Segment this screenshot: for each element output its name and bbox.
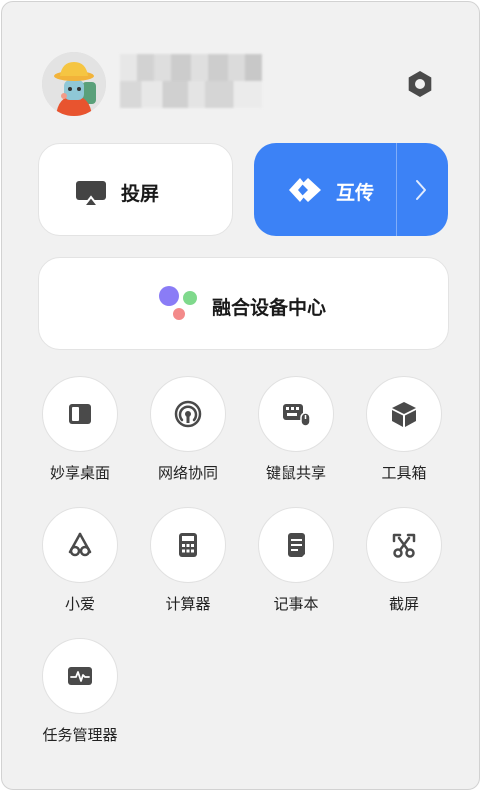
xiaoai-icon bbox=[68, 532, 92, 557]
tool-label: 任务管理器 bbox=[42, 726, 118, 744]
tool-keyboard-mouse-share[interactable]: 键鼠共享 bbox=[242, 376, 350, 483]
transfer-icon bbox=[289, 178, 321, 202]
box-icon bbox=[392, 402, 416, 427]
tool-circle[interactable] bbox=[258, 376, 334, 452]
fusion-label: 融合设备中心 bbox=[212, 297, 327, 319]
tool-task-manager[interactable]: 任务管理器 bbox=[26, 638, 134, 745]
tool-label: 截屏 bbox=[388, 595, 419, 613]
tool-label: 记事本 bbox=[273, 595, 319, 613]
broadcast-icon bbox=[174, 400, 202, 428]
avatar-illustration bbox=[42, 52, 106, 116]
tool-circle[interactable] bbox=[258, 507, 334, 583]
control-center-panel: 投屏 互传 融合设备中心 妙享桌面 网络协同 键鼠共享 工具箱 小爱 计算器 记… bbox=[1, 1, 480, 790]
task-monitor-icon bbox=[68, 667, 92, 685]
tool-calculator[interactable]: 计算器 bbox=[134, 507, 242, 614]
tool-circle[interactable] bbox=[366, 507, 442, 583]
fusion-device-center-button[interactable]: 融合设备中心 bbox=[38, 257, 449, 350]
transfer-button[interactable]: 互传 bbox=[254, 143, 448, 236]
fusion-device-icon bbox=[159, 286, 197, 320]
calculator-icon bbox=[179, 533, 197, 557]
tool-label: 键鼠共享 bbox=[265, 464, 326, 482]
tool-label: 网络协同 bbox=[157, 464, 218, 482]
tool-circle[interactable] bbox=[42, 507, 118, 583]
cast-screen-button[interactable]: 投屏 bbox=[38, 143, 233, 236]
tool-label: 工具箱 bbox=[381, 464, 427, 482]
cast-label: 投屏 bbox=[121, 183, 160, 205]
notepad-icon bbox=[288, 533, 305, 557]
tool-label: 妙享桌面 bbox=[49, 464, 110, 482]
tool-miaoxiang-desktop[interactable]: 妙享桌面 bbox=[26, 376, 134, 483]
tool-label: 计算器 bbox=[165, 595, 211, 613]
tool-circle[interactable] bbox=[42, 376, 118, 452]
tool-toolbox[interactable]: 工具箱 bbox=[350, 376, 458, 483]
settings-icon[interactable] bbox=[405, 69, 435, 99]
screenshot-scissors-icon bbox=[392, 533, 416, 558]
username-blurred bbox=[120, 54, 262, 108]
keyboard-mouse-icon bbox=[283, 404, 311, 427]
tool-circle[interactable] bbox=[150, 507, 226, 583]
cast-icon bbox=[76, 181, 106, 206]
chevron-right-icon[interactable] bbox=[414, 179, 428, 201]
transfer-divider bbox=[396, 143, 397, 236]
transfer-label: 互传 bbox=[336, 182, 375, 204]
tool-xiaoai[interactable]: 小爱 bbox=[26, 507, 134, 614]
tool-network-collab[interactable]: 网络协同 bbox=[134, 376, 242, 483]
avatar[interactable] bbox=[42, 52, 106, 116]
tool-label: 小爱 bbox=[64, 595, 95, 613]
tool-notepad[interactable]: 记事本 bbox=[242, 507, 350, 614]
tool-circle[interactable] bbox=[42, 638, 118, 714]
tool-circle[interactable] bbox=[150, 376, 226, 452]
split-window-icon bbox=[69, 404, 91, 424]
tool-screenshot[interactable]: 截屏 bbox=[350, 507, 458, 614]
tool-circle[interactable] bbox=[366, 376, 442, 452]
